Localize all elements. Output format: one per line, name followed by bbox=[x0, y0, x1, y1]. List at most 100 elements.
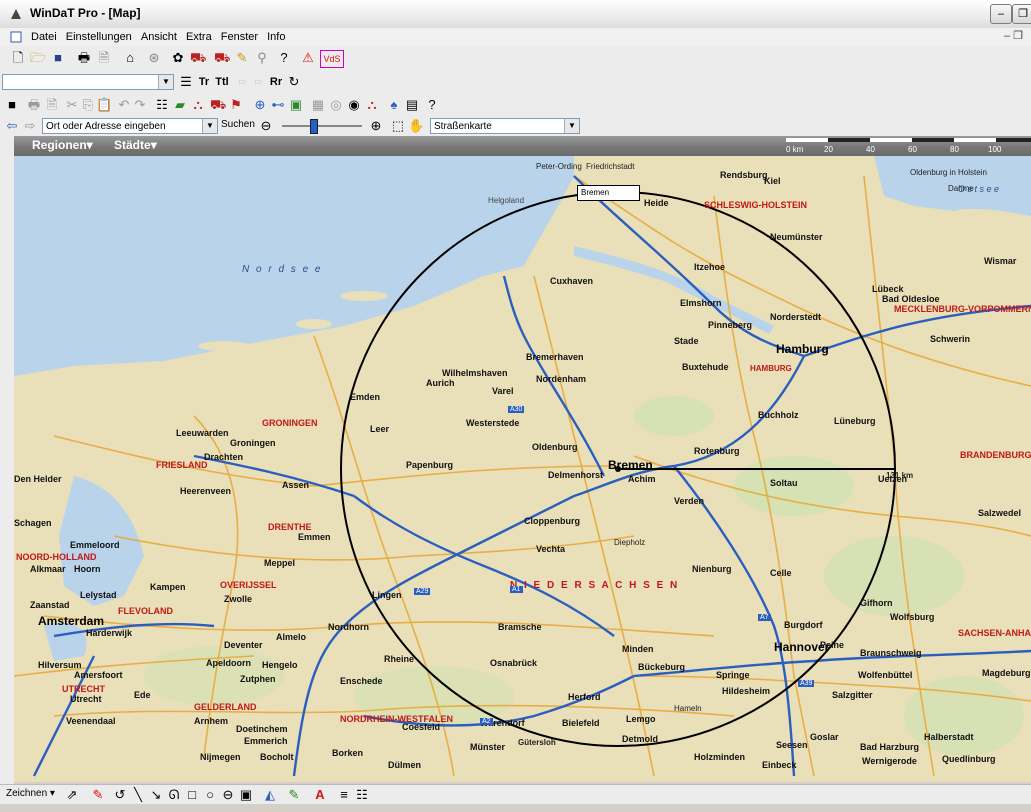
city-label[interactable]: Dülmen bbox=[388, 760, 421, 770]
city-label[interactable]: Wernigerode bbox=[862, 756, 917, 766]
city-label[interactable]: Wolfsburg bbox=[890, 612, 934, 622]
map-doc-icon[interactable]: 🗎 bbox=[44, 97, 60, 113]
city-hamburg[interactable]: Hamburg bbox=[776, 342, 829, 356]
print-preview-icon[interactable]: 🗎 bbox=[96, 50, 112, 66]
city-label[interactable]: Quedlinburg bbox=[942, 754, 996, 764]
cut-icon[interactable]: ✂ bbox=[64, 97, 80, 113]
city-label[interactable]: Wilhelmshaven bbox=[442, 368, 507, 378]
list-icon[interactable]: ☷ bbox=[154, 97, 170, 113]
ttl-button[interactable]: Ttl bbox=[214, 74, 230, 90]
city-label[interactable]: Pinneberg bbox=[708, 320, 752, 330]
truck-icon[interactable]: ⛟ bbox=[214, 50, 230, 66]
new-icon[interactable]: 🗋 bbox=[10, 50, 26, 66]
zoom-slider-track[interactable] bbox=[282, 125, 362, 127]
city-label[interactable]: Lübeck bbox=[872, 284, 904, 294]
city-label[interactable]: Oldenburg bbox=[532, 442, 578, 452]
city-label[interactable]: Minden bbox=[622, 644, 654, 654]
window-icon[interactable]: ▤ bbox=[404, 97, 420, 113]
city-label[interactable]: Braunschweig bbox=[860, 648, 922, 658]
city-label[interactable]: Zaanstad bbox=[30, 600, 70, 610]
city-label[interactable]: Elmshorn bbox=[680, 298, 722, 308]
city-label[interactable]: Den Helder bbox=[14, 474, 62, 484]
city-label[interactable]: Nijmegen bbox=[200, 752, 241, 762]
city-label[interactable]: Papenburg bbox=[406, 460, 453, 470]
map-view[interactable]: Bremen 131 km N o r d s e e O s t s e e … bbox=[14, 156, 1031, 782]
city-label[interactable]: Norderstedt bbox=[770, 312, 821, 322]
zoom-out-icon[interactable]: ⊖ bbox=[258, 118, 274, 134]
city-label[interactable]: Alkmaar bbox=[30, 564, 66, 574]
layer-icon[interactable]: ▰ bbox=[172, 97, 188, 113]
line-icon[interactable]: ╲ bbox=[130, 787, 146, 803]
route-icon[interactable]: ⊛ bbox=[146, 50, 162, 66]
marker-icon[interactable]: ⛬ bbox=[190, 97, 206, 113]
city-label[interactable]: Leeuwarden bbox=[176, 428, 229, 438]
city-label[interactable]: Emmerich bbox=[244, 736, 288, 746]
zoom-in-icon[interactable]: ⊕ bbox=[368, 118, 384, 134]
city-label[interactable]: Amsterdam bbox=[38, 614, 104, 628]
help-icon[interactable]: ? bbox=[276, 50, 292, 66]
city-label[interactable]: Amersfoort bbox=[74, 670, 123, 680]
city-label[interactable]: Neumünster bbox=[770, 232, 823, 242]
city-label[interactable]: Oldenburg in Holstein bbox=[910, 168, 987, 177]
city-label[interactable]: Rotenburg bbox=[694, 446, 740, 456]
vehicle-icon[interactable]: ⛟ bbox=[210, 97, 226, 113]
city-label[interactable]: Herford bbox=[568, 692, 601, 702]
draw-menu[interactable]: Zeichnen ▾ bbox=[6, 788, 55, 799]
globe-icon[interactable]: ◉ bbox=[346, 97, 362, 113]
zoom-plus-icon[interactable]: ⊕ bbox=[252, 97, 268, 113]
city-label[interactable]: Veenendaal bbox=[66, 716, 116, 726]
home-icon[interactable]: ⌂ bbox=[122, 50, 138, 66]
city-label[interactable]: Burgdorf bbox=[784, 620, 823, 630]
measure-icon[interactable]: ⊷ bbox=[270, 97, 286, 113]
minimize-button[interactable]: – bbox=[990, 4, 1012, 24]
city-label[interactable]: Deventer bbox=[224, 640, 263, 650]
city-label[interactable]: Cloppenburg bbox=[524, 516, 580, 526]
city-label[interactable]: Westerstede bbox=[466, 418, 519, 428]
city-label[interactable]: Dahme bbox=[948, 184, 974, 193]
city-label[interactable]: Doetinchem bbox=[236, 724, 288, 734]
city-label[interactable]: Coesfeld bbox=[402, 722, 440, 732]
city-label[interactable]: Uelzen bbox=[878, 474, 907, 484]
city-label[interactable]: Springe bbox=[716, 670, 750, 680]
city-label[interactable]: Diepholz bbox=[614, 538, 645, 547]
cities-menu[interactable]: Städte▾ bbox=[114, 138, 157, 152]
tr-button[interactable]: Tr bbox=[196, 74, 212, 90]
city-label[interactable]: Kiel bbox=[764, 176, 781, 186]
city-label[interactable]: Harderwijk bbox=[86, 628, 132, 638]
mdi-controls[interactable]: – ❐ bbox=[1004, 29, 1023, 42]
map-callout[interactable]: Bremen bbox=[577, 185, 640, 201]
rotate-icon[interactable]: ↺ bbox=[112, 787, 128, 803]
dash-style-icon[interactable]: ☷ bbox=[354, 787, 370, 803]
menu-fenster[interactable]: Fenster bbox=[218, 28, 261, 46]
rectangle-icon[interactable]: □ bbox=[184, 787, 200, 803]
city-label[interactable]: Meppel bbox=[264, 558, 295, 568]
city-label[interactable]: Drachten bbox=[204, 452, 243, 462]
city-label[interactable]: Soltau bbox=[770, 478, 798, 488]
city-label[interactable]: Peine bbox=[820, 640, 844, 650]
gps-icon[interactable]: ✿ bbox=[170, 50, 186, 66]
map-print-icon[interactable]: 🖶 bbox=[26, 97, 42, 113]
image-icon[interactable]: ▣ bbox=[238, 787, 254, 803]
city-label[interactable]: Ede bbox=[134, 690, 151, 700]
city-label[interactable]: Hilversum bbox=[38, 660, 82, 670]
city-label[interactable]: Zutphen bbox=[240, 674, 276, 684]
city-label[interactable]: Rendsburg bbox=[720, 170, 768, 180]
pin-icon[interactable]: ⚲ bbox=[254, 50, 270, 66]
city-label[interactable]: Friedrichstadt bbox=[586, 162, 634, 171]
city-label[interactable]: Enschede bbox=[340, 676, 383, 686]
refresh-icon[interactable]: ↻ bbox=[286, 74, 302, 90]
city-label[interactable]: Bremerhaven bbox=[526, 352, 584, 362]
freeform-icon[interactable]: ᘏ bbox=[166, 787, 182, 803]
ellipse-icon[interactable]: ○ bbox=[202, 787, 218, 803]
address-input[interactable]: Ort oder Adresse eingeben ▼ bbox=[42, 118, 218, 134]
city-label[interactable]: Nordhorn bbox=[328, 622, 369, 632]
arrow-draw-icon[interactable]: ↘ bbox=[148, 787, 164, 803]
city-bremen[interactable]: Bremen bbox=[608, 458, 653, 472]
city-label[interactable]: Emmen bbox=[298, 532, 331, 542]
city-label[interactable]: Lemgo bbox=[626, 714, 656, 724]
city-label[interactable]: Schagen bbox=[14, 518, 52, 528]
city-label[interactable]: Vechta bbox=[536, 544, 565, 554]
vds-icon[interactable]: VdS bbox=[320, 50, 344, 68]
city-label[interactable]: Peter-Ording bbox=[536, 162, 582, 171]
warning-icon[interactable]: ⚠ bbox=[300, 50, 316, 66]
